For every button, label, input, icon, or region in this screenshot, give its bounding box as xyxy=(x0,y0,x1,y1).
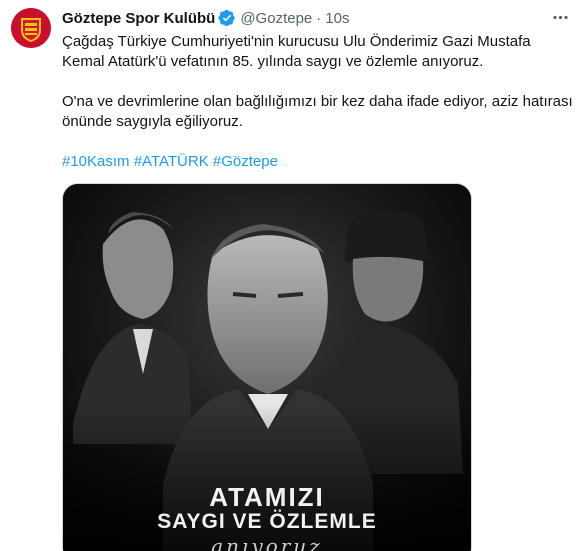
tweet-line: Kemal Atatürk'ü vefatının 85. yılında sa… xyxy=(62,53,484,70)
timestamp[interactable]: 10s xyxy=(325,10,349,27)
tweet-line: Çağdaş Türkiye Cumhuriyeti'nin kurucusu … xyxy=(62,33,531,50)
verified-badge-icon[interactable] xyxy=(218,9,236,27)
tweet-text: Çağdaş Türkiye Cumhuriyeti'nin kurucusu … xyxy=(62,32,577,172)
author-name[interactable]: Göztepe Spor Kulübü xyxy=(62,10,215,27)
separator-dot: · xyxy=(316,9,322,27)
tweet-line: O'na ve devrimlerine olan bağlılığımızı … xyxy=(62,93,573,110)
tweet-media-image[interactable]: ATAMIZI SAYGI VE ÖZLEMLE anıyoruz xyxy=(62,183,472,551)
media-caption-line2: SAYGI VE ÖZLEMLE xyxy=(157,510,377,533)
tweet[interactable]: Göztepe Spor Kulübü @Goztepe · 10s Çağda… xyxy=(0,0,582,551)
goztepe-logo xyxy=(11,8,51,48)
hashtags: #10Kasım #ATATÜRK #Göztepe xyxy=(62,152,577,172)
hashtag-link[interactable]: #Göztepe xyxy=(213,153,278,170)
hashtag-link[interactable]: #ATATÜRK xyxy=(134,153,209,170)
avatar[interactable] xyxy=(11,8,51,48)
author-handle[interactable]: @Goztepe xyxy=(240,10,312,27)
hashtag-link[interactable]: #10Kasım xyxy=(62,153,130,170)
tweet-header: Göztepe Spor Kulübü @Goztepe · 10s xyxy=(62,8,349,28)
tweet-line: önünde saygıyla eğiliyoruz. xyxy=(62,113,243,130)
media-caption-line1: ATAMIZI xyxy=(209,482,325,512)
more-icon[interactable] xyxy=(548,6,572,28)
media-caption-line3: anıyoruz xyxy=(211,534,323,551)
